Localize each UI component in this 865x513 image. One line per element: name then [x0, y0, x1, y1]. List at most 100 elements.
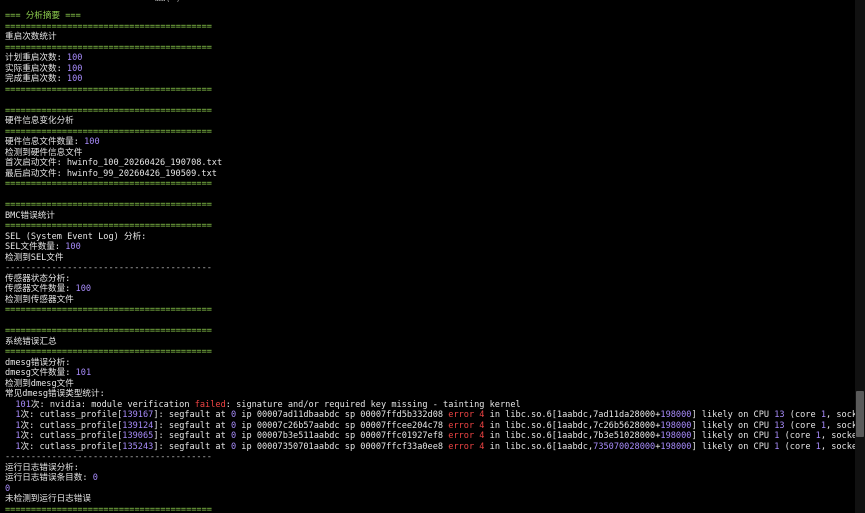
terminal-line: 1次: cutlass_profile[139124]: segfault at…: [5, 421, 855, 432]
separator-text: ----------------------------------------: [5, 452, 212, 462]
terminal-line: ========================================: [5, 106, 855, 117]
log-text: ip 00007350701aabdc sp 00007ffcf33a0ee8: [236, 441, 449, 452]
number-token: 101: [75, 368, 92, 378]
number-token: 13: [774, 410, 785, 420]
terminal-line: ----------------------------------------: [5, 452, 855, 463]
log-text: (core: [779, 441, 816, 452]
log-text: 计划重启次数:: [5, 53, 67, 63]
number-token: 135243: [122, 441, 154, 452]
terminal-line: ========================================: [5, 305, 855, 316]
terminal-line: 1次: cutlass_profile[135243]: segfault at…: [5, 442, 855, 453]
number-token: 100: [84, 137, 100, 147]
terminal-top-padding: [5, 0, 855, 11]
log-text: 实际重启次数:: [5, 63, 67, 74]
separator-text: ========================================: [5, 504, 212, 513]
log-text: (core: [784, 410, 821, 420]
terminal-line: dmesg错误分析:: [5, 358, 855, 369]
log-text: ip 00007b3e511aabdc sp 00007ffc01927ef8: [236, 431, 449, 441]
log-text: ] likely on CPU: [691, 431, 775, 441]
log-text: 传感器文件数量:: [5, 284, 76, 294]
terminal-line: ========================================: [5, 347, 855, 358]
terminal-line: ========================================: [5, 221, 855, 232]
log-text: 次: nvidia: module verification: [30, 399, 195, 410]
terminal-line: dmesg文件数量: 101: [5, 368, 855, 379]
terminal-line: ========================================: [5, 200, 855, 211]
log-text: in libc.so.6[1aabdc,: [484, 441, 594, 452]
terminal-line: 未检测到运行日志错误: [5, 494, 855, 505]
log-text: 重启次数统计: [5, 32, 57, 42]
terminal-line: ========================================: [5, 22, 855, 33]
log-text: , socket: [820, 441, 855, 452]
number-token: 139124: [122, 420, 154, 431]
terminal-line: 1次: cutlass_profile[139167]: segfault at…: [5, 410, 855, 421]
log-text: dmesg文件数量:: [5, 368, 76, 378]
number-token: 0: [92, 473, 98, 483]
log-text: ]: segfault at: [153, 420, 231, 431]
log-text: 次: cutlass_profile[: [20, 410, 123, 420]
vertical-scrollbar[interactable]: [855, 0, 865, 513]
separator-text: ========================================: [5, 179, 212, 189]
log-text: 检测到SEL文件: [5, 252, 64, 263]
terminal-line: 检测到SEL文件: [5, 253, 855, 264]
terminal-line: 运行日志错误条目数: 0: [5, 473, 855, 484]
terminal-line: 完成重启次数: 100: [5, 74, 855, 85]
log-text: 硬件信息变化分析: [5, 116, 74, 126]
log-text: 传感器状态分析:: [5, 273, 71, 284]
error-token: error 4: [448, 441, 485, 452]
terminal-line: BMC错误统计: [5, 211, 855, 222]
terminal-output[interactable]: === 分析摘要 === ============================…: [0, 0, 855, 513]
log-text: ] likely on CPU: [691, 420, 775, 431]
number-token: 198000: [660, 441, 692, 452]
terminal-line: ========================================: [5, 326, 855, 337]
terminal-line: 实际重启次数: 100: [5, 64, 855, 75]
log-text: 未检测到运行日志错误: [5, 494, 91, 504]
log-text: (core: [779, 431, 816, 441]
number-token: 100: [65, 242, 81, 252]
separator-text: ========================================: [5, 126, 212, 137]
log-text: 次: cutlass_profile[: [20, 441, 123, 452]
number-token: 198000: [660, 431, 692, 441]
log-text: 检测到硬件信息文件: [5, 147, 83, 158]
error-token: failed: [194, 399, 226, 410]
log-text: in libc.so.6[1aabdc,7ad11da28000+: [484, 410, 661, 420]
log-text: 硬件信息文件数量:: [5, 137, 85, 147]
separator-text: ----------------------------------------: [5, 263, 212, 273]
separator-text: ========================================: [5, 326, 212, 336]
separator-text: ========================================: [5, 221, 212, 231]
log-text: 最后启动文件: hwinfo_99_20260426_190509.txt: [5, 168, 217, 179]
log-text: ip 00007c26b57aabdc sp 00007ffcee204c78: [236, 420, 449, 431]
log-text: 次: cutlass_profile[: [20, 420, 123, 431]
number-token: 101: [15, 399, 31, 410]
terminal-line: 常见dmesg错误类型统计:: [5, 389, 855, 400]
log-text: ]: segfault at: [153, 410, 231, 420]
log-text: === 分析摘要 ===: [5, 11, 81, 21]
log-text: ip 00007ad11dbaabdc sp 00007ffd5b332d08: [236, 410, 449, 420]
separator-text: ========================================: [5, 21, 212, 32]
terminal-line: 101次: nvidia: module verification failed…: [5, 400, 855, 411]
log-text: 常见dmesg错误类型统计:: [5, 389, 105, 399]
error-token: error 4: [448, 431, 485, 441]
terminal-line: 硬件信息文件数量: 100: [5, 137, 855, 148]
log-text: ] likely on CPU: [691, 410, 775, 420]
terminal-line: ========================================: [5, 179, 855, 190]
log-text: BMC错误统计: [5, 210, 55, 221]
terminal-line: SEL (System Event Log) 分析:: [5, 232, 855, 243]
terminal-line: 硬件信息变化分析: [5, 116, 855, 127]
number-token: 0: [5, 483, 11, 494]
scrollbar-thumb[interactable]: [856, 391, 864, 437]
log-text: , socket: [826, 420, 855, 431]
terminal-line: === 分析摘要 ===: [5, 11, 855, 22]
log-text: dmesg错误分析:: [5, 357, 71, 368]
terminal-line: 1次: cutlass_profile[139065]: segfault at…: [5, 431, 855, 442]
number-token: 139167: [122, 410, 154, 420]
log-text: 完成重启次数:: [5, 74, 67, 84]
number-token: 13: [774, 420, 785, 431]
log-text: SEL (System Event Log) 分析:: [5, 231, 147, 242]
number-token: 100: [75, 284, 92, 294]
terminal-line: 最后启动文件: hwinfo_99_20260426_190509.txt: [5, 169, 855, 180]
